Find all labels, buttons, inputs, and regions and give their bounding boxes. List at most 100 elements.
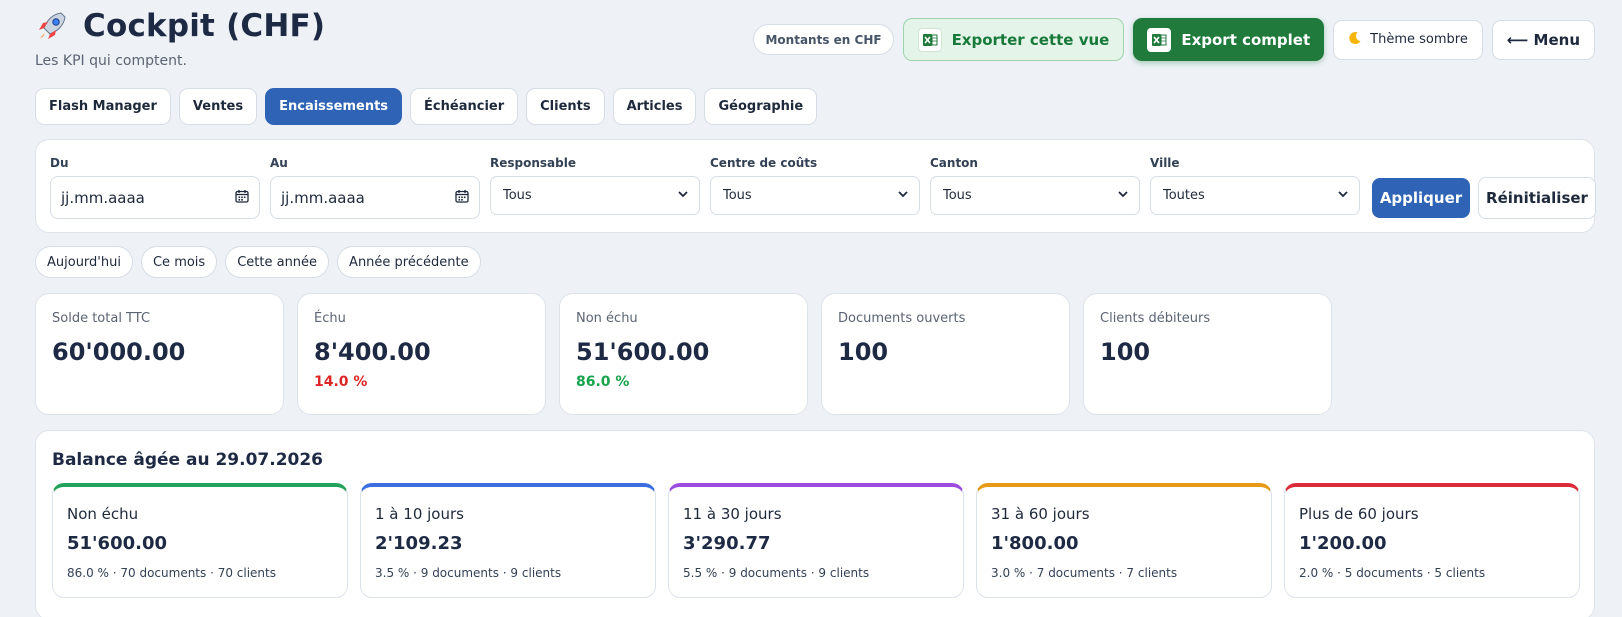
kpi-card-debtor-clients: Clients débiteurs 100 xyxy=(1083,293,1332,415)
kpi-card-open-documents: Documents ouverts 100 xyxy=(821,293,1070,415)
kpi-value: 100 xyxy=(838,338,889,366)
chevron-down-icon xyxy=(1117,188,1129,204)
bucket-value: 2'109.23 xyxy=(375,533,463,554)
chevron-down-icon xyxy=(677,188,689,204)
bucket-value: 1'200.00 xyxy=(1299,533,1387,554)
city-select[interactable]: Toutes xyxy=(1150,176,1360,215)
quick-range-this-month[interactable]: Ce mois xyxy=(140,246,218,278)
kpi-value: 100 xyxy=(1100,338,1151,366)
aging-balance-panel: Balance âgée au 29.07.2026 Non échu 51'6… xyxy=(35,430,1595,617)
kpi-label: Solde total TTC xyxy=(52,311,151,326)
date-from-label: Du xyxy=(50,156,69,170)
responsible-select[interactable]: Tous xyxy=(490,176,700,215)
moon-icon xyxy=(1348,31,1362,49)
aging-bucket-31-60-days: 31 à 60 jours 1'800.00 3.0 % · 7 documen… xyxy=(976,483,1272,598)
bucket-meta: 5.5 % · 9 documents · 9 clients xyxy=(683,566,870,580)
city-value: Toutes xyxy=(1163,188,1205,203)
canton-value: Tous xyxy=(943,188,972,203)
cost-center-select[interactable]: Tous xyxy=(710,176,920,215)
bucket-label: 1 à 10 jours xyxy=(375,505,464,523)
kpi-percentage: 86.0 % xyxy=(576,374,630,390)
aging-buckets: Non échu 51'600.00 86.0 % · 70 documents… xyxy=(52,483,1580,598)
responsible-value: Tous xyxy=(503,188,532,203)
calendar-icon[interactable] xyxy=(455,189,469,207)
export-full-label: Export complet xyxy=(1181,30,1311,49)
bucket-value: 51'600.00 xyxy=(67,533,168,554)
tab-bar: Flash Manager Ventes Encaissements Échéa… xyxy=(35,88,818,125)
calendar-icon[interactable] xyxy=(235,189,249,207)
kpi-card-overdue: Échu 8'400.00 14.0 % xyxy=(297,293,546,415)
chevron-down-icon xyxy=(1337,188,1349,204)
quick-range-bar: Aujourd'hui Ce mois Cette année Année pr… xyxy=(35,246,481,278)
filter-panel: Du jj.mm.aaaa Au jj.mm.aaaa Responsable … xyxy=(35,139,1596,233)
rocket-icon xyxy=(35,9,69,43)
responsible-field: Responsable Tous xyxy=(490,156,700,215)
kpi-value: 8'400.00 xyxy=(314,338,431,366)
kpi-value: 60'000.00 xyxy=(52,338,186,366)
canton-field: Canton Tous xyxy=(930,156,1140,215)
date-to-field: Au jj.mm.aaaa xyxy=(270,156,480,219)
page-title: Cockpit (CHF) xyxy=(83,8,326,44)
chevron-down-icon xyxy=(897,188,909,204)
bucket-label: Plus de 60 jours xyxy=(1299,505,1419,523)
export-view-button[interactable]: Exporter cette vue xyxy=(902,18,1125,61)
date-to-input[interactable]: jj.mm.aaaa xyxy=(270,176,480,219)
cost-center-field: Centre de coûts Tous xyxy=(710,156,920,215)
date-to-label: Au xyxy=(270,156,288,170)
kpi-card-total-balance: Solde total TTC 60'000.00 xyxy=(35,293,284,415)
responsible-label: Responsable xyxy=(490,156,576,170)
menu-button[interactable]: ⟵ Menu xyxy=(1491,19,1595,60)
tab-flash-manager[interactable]: Flash Manager xyxy=(35,88,171,125)
aging-bucket-1-10-days: 1 à 10 jours 2'109.23 3.5 % · 9 document… xyxy=(360,483,656,598)
cost-center-label: Centre de coûts xyxy=(710,156,818,170)
bucket-label: Non échu xyxy=(67,505,139,523)
reset-button[interactable]: Réinitialiser xyxy=(1478,177,1596,219)
quick-range-today[interactable]: Aujourd'hui xyxy=(35,246,133,278)
city-field: Ville Toutes xyxy=(1150,156,1360,215)
cost-center-value: Tous xyxy=(723,188,752,203)
tab-geographie[interactable]: Géographie xyxy=(704,88,818,125)
aging-bucket-over-60-days: Plus de 60 jours 1'200.00 2.0 % · 5 docu… xyxy=(1284,483,1580,598)
quick-range-this-year[interactable]: Cette année xyxy=(225,246,330,278)
bucket-meta: 2.0 % · 5 documents · 5 clients xyxy=(1299,566,1486,580)
date-to-placeholder: jj.mm.aaaa xyxy=(281,188,365,207)
excel-icon xyxy=(1147,27,1172,52)
page-subtitle: Les KPI qui comptent. xyxy=(35,53,187,69)
kpi-percentage: 14.0 % xyxy=(314,374,368,390)
kpi-label: Non échu xyxy=(576,311,638,326)
dark-theme-label: Thème sombre xyxy=(1370,32,1468,47)
bucket-meta: 3.0 % · 7 documents · 7 clients xyxy=(991,566,1178,580)
page-header: Cockpit (CHF) Les KPI qui comptent. xyxy=(35,8,325,69)
top-actions: Montants en CHF Exporter cette vue Expor… xyxy=(753,18,1595,61)
bucket-meta: 86.0 % · 70 documents · 70 clients xyxy=(67,566,276,580)
export-view-label: Exporter cette vue xyxy=(951,30,1110,49)
bucket-label: 11 à 30 jours xyxy=(683,505,782,523)
bucket-value: 3'290.77 xyxy=(683,533,771,554)
quick-range-previous-year[interactable]: Année précédente xyxy=(337,246,481,278)
tab-encaissements[interactable]: Encaissements xyxy=(265,88,403,125)
canton-label: Canton xyxy=(930,156,978,170)
tab-clients[interactable]: Clients xyxy=(526,88,605,125)
tab-ventes[interactable]: Ventes xyxy=(178,88,258,125)
kpi-card-not-due: Non échu 51'600.00 86.0 % xyxy=(559,293,808,415)
canton-select[interactable]: Tous xyxy=(930,176,1140,215)
city-label: Ville xyxy=(1150,156,1180,170)
bucket-meta: 3.5 % · 9 documents · 9 clients xyxy=(375,566,562,580)
date-from-input[interactable]: jj.mm.aaaa xyxy=(50,176,260,219)
bucket-label: 31 à 60 jours xyxy=(991,505,1090,523)
aging-title: Balance âgée au 29.07.2026 xyxy=(52,450,324,470)
currency-badge: Montants en CHF xyxy=(753,24,894,55)
tab-articles[interactable]: Articles xyxy=(612,88,697,125)
dark-theme-button[interactable]: Thème sombre xyxy=(1333,19,1483,60)
export-full-button[interactable]: Export complet xyxy=(1133,18,1325,61)
kpi-label: Échu xyxy=(314,311,346,326)
tab-echeancier[interactable]: Échéancier xyxy=(410,88,519,125)
aging-bucket-not-due: Non échu 51'600.00 86.0 % · 70 documents… xyxy=(52,483,348,598)
apply-button[interactable]: Appliquer xyxy=(1372,178,1470,218)
kpi-label: Documents ouverts xyxy=(838,311,966,326)
date-from-placeholder: jj.mm.aaaa xyxy=(61,188,145,207)
excel-icon xyxy=(917,27,942,52)
bucket-value: 1'800.00 xyxy=(991,533,1079,554)
aging-bucket-11-30-days: 11 à 30 jours 3'290.77 5.5 % · 9 documen… xyxy=(668,483,964,598)
kpi-label: Clients débiteurs xyxy=(1100,311,1211,326)
